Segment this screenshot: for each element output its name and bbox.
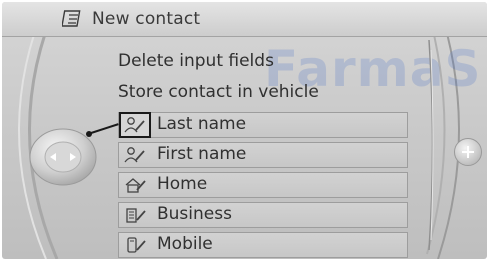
field-label: First name (157, 144, 247, 164)
business-edit-icon (122, 205, 148, 225)
idrive-screen: New contact FarmaS Delete input fields S… (2, 2, 487, 259)
field-label: Business (157, 204, 232, 224)
person-edit-icon (119, 112, 151, 138)
field-mobile[interactable]: Mobile (118, 232, 408, 258)
scrollbar[interactable] (427, 40, 437, 250)
field-label: Mobile (157, 234, 213, 254)
home-edit-icon (122, 175, 148, 195)
person-edit-icon (122, 145, 148, 165)
store-contact-item[interactable]: Store contact in vehicle (118, 82, 319, 102)
field-business[interactable]: Business (118, 202, 408, 228)
plus-icon[interactable] (454, 138, 482, 166)
field-first-name[interactable]: First name (118, 142, 408, 168)
field-last-name[interactable]: Last name (118, 112, 408, 138)
field-home[interactable]: Home (118, 172, 408, 198)
mobile-edit-icon (122, 235, 148, 255)
field-label: Last name (157, 114, 247, 134)
contact-card-icon (61, 9, 84, 29)
page-title: New contact (92, 9, 201, 29)
field-label: Home (157, 174, 208, 194)
title-bar: New contact (2, 2, 487, 37)
delete-input-fields-item[interactable]: Delete input fields (118, 51, 274, 71)
